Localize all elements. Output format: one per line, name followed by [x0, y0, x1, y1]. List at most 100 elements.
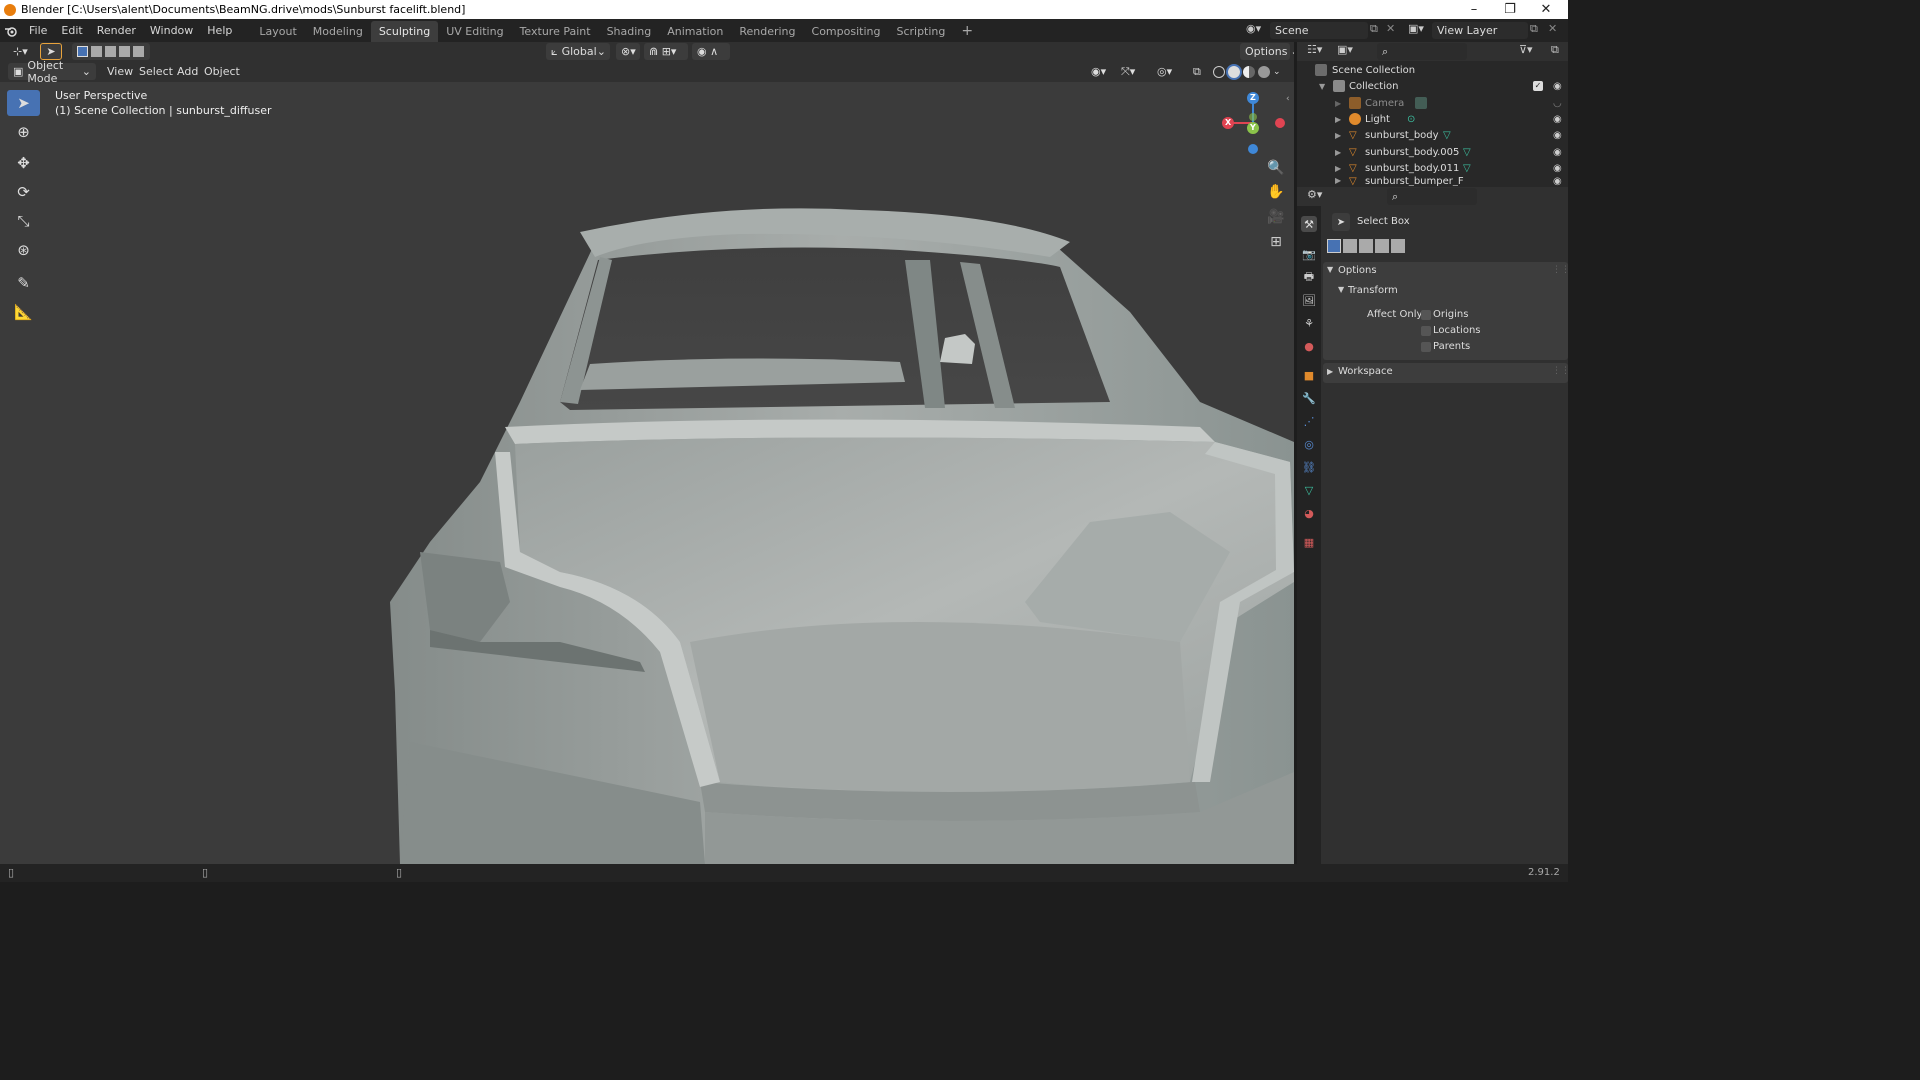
- texture-tab-icon[interactable]: ▦: [1301, 534, 1317, 550]
- menu-render[interactable]: Render: [90, 19, 143, 42]
- scene-selector-icon[interactable]: ◉▾: [1246, 22, 1268, 39]
- mode-extend-icon[interactable]: [1343, 239, 1357, 253]
- close-button[interactable]: ✕: [1528, 0, 1564, 19]
- eye-icon[interactable]: ◉: [1553, 81, 1562, 92]
- mode-subtract-icon[interactable]: [105, 46, 116, 57]
- output-tab-icon[interactable]: 🖶: [1301, 269, 1317, 285]
- select-box-tool[interactable]: ➤: [7, 90, 40, 116]
- add-workspace-button[interactable]: +: [953, 21, 981, 42]
- rendered-shading-icon[interactable]: [1258, 65, 1270, 78]
- tab-animation[interactable]: Animation: [659, 21, 731, 42]
- eye-hidden-icon[interactable]: ◡: [1553, 98, 1562, 109]
- display-mode-icon[interactable]: ▣▾: [1337, 43, 1353, 56]
- outliner-row-sunburst-body-011[interactable]: ▶ ▽ sunburst_body.011 ▽ ◉: [1297, 160, 1568, 176]
- mode-new-icon[interactable]: [77, 46, 88, 57]
- expand-arrow-icon[interactable]: ▶: [1335, 164, 1341, 173]
- menu-help[interactable]: Help: [200, 19, 239, 42]
- cursor-tool[interactable]: ⊕: [7, 119, 40, 145]
- expand-arrow-icon[interactable]: ▶: [1335, 131, 1341, 140]
- outliner-row-sunburst-body-005[interactable]: ▶ ▽ sunburst_body.005 ▽ ◉: [1297, 144, 1568, 160]
- material-shading-icon[interactable]: [1243, 65, 1255, 78]
- eye-icon[interactable]: ◉: [1553, 130, 1562, 141]
- visibility-icon[interactable]: ◉▾: [1086, 63, 1111, 80]
- expand-arrow-icon[interactable]: ▶: [1335, 115, 1341, 124]
- transform-heading[interactable]: Transform: [1348, 285, 1398, 296]
- tool-tab-icon[interactable]: ⚒: [1301, 216, 1317, 232]
- menu-window[interactable]: Window: [143, 19, 200, 42]
- tab-shading[interactable]: Shading: [599, 21, 660, 42]
- expand-arrow-icon[interactable]: ▶: [1335, 99, 1341, 108]
- camera-view-icon[interactable]: 🎥: [1266, 207, 1286, 227]
- chevron-down-icon[interactable]: ⌄: [1273, 67, 1281, 77]
- render-tab-icon[interactable]: 📷: [1301, 246, 1317, 262]
- eye-icon[interactable]: ◉: [1553, 114, 1562, 125]
- object-tab-icon[interactable]: ■: [1301, 367, 1317, 383]
- drag-handle-icon[interactable]: ⋮⋮: [1552, 265, 1570, 275]
- transform-orientation-dropdown[interactable]: ⟀ Global ⌄: [546, 43, 610, 60]
- eye-icon[interactable]: ◉: [1553, 147, 1562, 158]
- mode-intersect-icon[interactable]: [133, 46, 144, 57]
- collection-include-checkbox[interactable]: ✓: [1533, 81, 1543, 91]
- view-layer-tab-icon[interactable]: 🖼: [1301, 292, 1317, 308]
- new-scene-icon[interactable]: ⧉: [1370, 22, 1384, 39]
- origins-checkbox[interactable]: [1421, 310, 1431, 320]
- annotate-tool[interactable]: ✎: [7, 270, 40, 296]
- filter-icon[interactable]: ⊽▾: [1519, 43, 1533, 56]
- properties-editor-type-icon[interactable]: ⚙▾: [1307, 188, 1322, 201]
- properties-search-input[interactable]: ⌕: [1387, 188, 1477, 205]
- workspace-heading[interactable]: Workspace: [1338, 366, 1393, 377]
- expand-arrow-icon[interactable]: ▶: [1335, 148, 1341, 157]
- tab-sculpting[interactable]: Sculpting: [370, 20, 439, 42]
- delete-view-layer-icon[interactable]: ✕: [1548, 22, 1560, 39]
- menu-object[interactable]: Object: [199, 63, 245, 80]
- xray-toggle-icon[interactable]: ⧉: [1188, 63, 1206, 80]
- tab-uv-editing[interactable]: UV Editing: [438, 21, 511, 42]
- zoom-icon[interactable]: 🔍: [1266, 158, 1286, 178]
- options-heading[interactable]: Options: [1338, 265, 1377, 276]
- new-view-layer-icon[interactable]: ⧉: [1530, 22, 1544, 39]
- move-tool[interactable]: ✥: [7, 150, 40, 176]
- rotate-tool[interactable]: ⟳: [7, 179, 40, 205]
- options-dropdown[interactable]: Options ⌄: [1240, 43, 1300, 60]
- mode-subtract-icon[interactable]: [1359, 239, 1373, 253]
- outliner-row-collection[interactable]: ▼ Collection ✓ ◉: [1297, 78, 1568, 94]
- physics-tab-icon[interactable]: ◎: [1301, 436, 1317, 452]
- tab-scripting[interactable]: Scripting: [888, 21, 953, 42]
- tab-rendering[interactable]: Rendering: [731, 21, 803, 42]
- scene-name-field[interactable]: Scene: [1270, 22, 1368, 39]
- overlay-toggle-icon[interactable]: ◎▾: [1152, 63, 1177, 80]
- workspace-expand-icon[interactable]: ▶: [1327, 367, 1333, 376]
- view-layer-field[interactable]: View Layer: [1432, 22, 1528, 39]
- blender-menu-icon[interactable]: [0, 25, 22, 37]
- outliner-row-camera[interactable]: ▶ Camera ◡: [1297, 95, 1568, 111]
- menu-view[interactable]: View: [102, 63, 138, 80]
- restore-button[interactable]: ❐: [1492, 0, 1528, 19]
- eye-icon[interactable]: ◉: [1553, 163, 1562, 174]
- transform-tool[interactable]: ⊛: [7, 237, 40, 263]
- 3d-viewport[interactable]: ➤ ⊕ ✥ ⟳ ⤡ ⊛ ✎ 📐 User Perspective (1) Sce…: [0, 82, 1294, 864]
- outliner-row-light[interactable]: ▶ Light ⊙ ◉: [1297, 111, 1568, 127]
- particles-tab-icon[interactable]: ⋰: [1301, 413, 1317, 429]
- scale-tool[interactable]: ⤡: [7, 208, 40, 234]
- mode-invert-icon[interactable]: [119, 46, 130, 57]
- locations-checkbox[interactable]: [1421, 326, 1431, 336]
- tab-texture-paint[interactable]: Texture Paint: [512, 21, 599, 42]
- select-tool-icon[interactable]: ➤: [40, 43, 62, 60]
- perspective-toggle-icon[interactable]: ⊞: [1266, 232, 1286, 252]
- mode-invert-icon[interactable]: [1375, 239, 1389, 253]
- sidebar-toggle-icon[interactable]: ‹: [1286, 94, 1290, 104]
- snap-icon[interactable]: ⋒ ⊞▾: [644, 43, 688, 60]
- modifier-tab-icon[interactable]: 🔧: [1301, 390, 1317, 406]
- tab-modeling[interactable]: Modeling: [305, 21, 371, 42]
- editor-type-icon[interactable]: ⊹▾: [8, 43, 33, 60]
- new-collection-icon[interactable]: ⧉: [1551, 43, 1559, 57]
- pan-hand-icon[interactable]: ✋: [1266, 182, 1286, 202]
- scene-tab-icon[interactable]: ⚘: [1301, 315, 1317, 331]
- minimize-button[interactable]: –: [1456, 0, 1492, 19]
- wireframe-shading-icon[interactable]: [1213, 65, 1225, 78]
- expand-arrow-icon[interactable]: ▶: [1335, 176, 1341, 185]
- transform-expand-icon[interactable]: ▼: [1338, 285, 1344, 294]
- menu-file[interactable]: File: [22, 19, 54, 42]
- outliner-row-sunburst-bumper-f[interactable]: ▶ ▽ sunburst_bumper_F ◉: [1297, 176, 1568, 186]
- outliner-row-scene-collection[interactable]: Scene Collection: [1297, 62, 1568, 78]
